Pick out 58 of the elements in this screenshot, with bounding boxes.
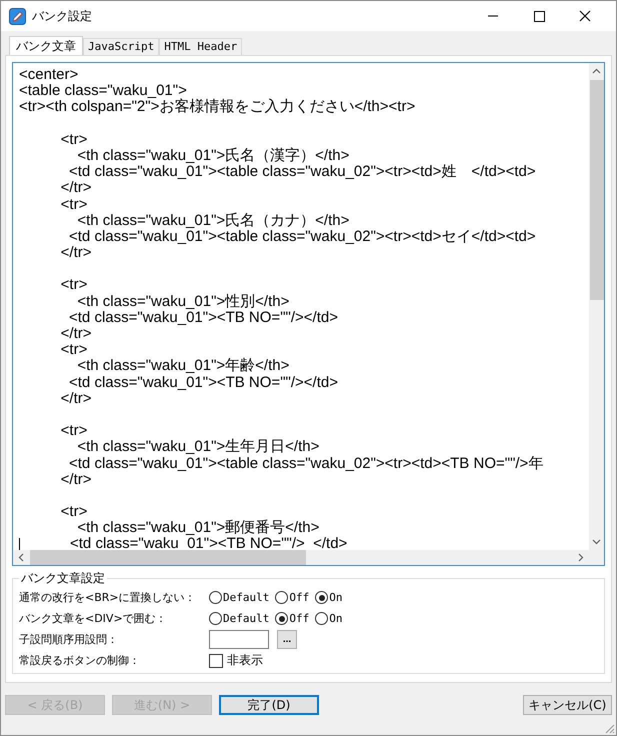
option-label: On [329,591,342,604]
code-line: <td class="waku_01"><table class="waku_02"><tr><td>姓 </td><td> [68,164,536,180]
code-line: <tr> [60,277,88,294]
radio-button[interactable] [275,612,288,625]
option-label: Default [223,591,270,604]
radio-button[interactable] [315,591,328,604]
setting-label: 子設問順序用設問： [19,632,119,647]
tab[interactable]: JavaScript [83,38,160,55]
radio-button[interactable] [209,591,222,604]
group-title: バンク文章設定 [20,570,106,587]
code-line: <tr><th colspan="2">お客様情報をご入力ください</th><tr> [19,99,416,116]
vertical-scrollbar[interactable] [589,63,604,550]
code-line: <td class="waku_01"><table class="waku_02"><tr><td><TB NO=""/>年 [68,456,544,472]
code-line: <tr> [60,342,88,358]
browse-button[interactable]: ... [277,630,297,649]
code-line: <tr> [60,196,88,213]
code-line: <table class="waku_01"> [19,83,187,100]
code-line: <td class="waku_01"><TB NO=""/> </td> [69,536,348,550]
pencil-icon [9,8,26,24]
code-line: <tr> [60,132,88,148]
radio-button[interactable] [209,612,222,625]
code-editor[interactable] [12,62,605,566]
option-label: Off [289,591,310,604]
tab[interactable]: バンク文章 [9,36,83,55]
code-line: <th class="waku_01">氏名（漢字）</th> [76,148,350,164]
tab[interactable]: HTML Header [159,38,242,55]
radio-button[interactable] [315,612,328,625]
code-line: </tr> [60,390,92,407]
checkbox[interactable] [209,654,223,668]
code-line: </tr> [60,180,92,197]
code-line: <center> [19,67,78,84]
code-line: <th class="waku_01">年齢</th> [76,358,290,375]
code-line: </tr> [60,326,92,342]
setting-label: 通常の改行を<BR>に置換しない： [19,590,197,605]
option-label: Default [223,612,270,625]
option-label: Off [289,612,310,625]
dialog-button[interactable]: キャンセル(C) [523,695,612,715]
code-line: <th class="waku_01">生年月日</th> [76,439,320,456]
code-line: <tr> [60,504,88,520]
dialog-button[interactable]: 完了(D) [219,695,319,715]
option-label: On [329,612,342,625]
code-line: <tr> [60,423,88,440]
checkbox-label: 非表示 [227,652,263,669]
setting-label: 常設戻るボタンの制御： [19,653,141,668]
resize-grip-icon[interactable] [603,722,615,734]
code-line: <td class="waku_01"><table class="waku_02"><tr><td>セイ</td><td> [68,228,536,246]
code-line: </tr> [60,472,92,488]
code-line: <td class="waku_01"><TB NO=""/></td> [68,374,338,391]
input-field[interactable] [209,630,269,649]
horizontal-scrollbar[interactable] [13,550,604,565]
radio-button[interactable] [275,591,288,604]
code-line: <th class="waku_01">郵便番号</th> [76,520,320,536]
code-line: </tr> [60,245,92,262]
window-title: バンク設定 [32,8,92,24]
code-line: <th class="waku_01">性別</th> [76,294,290,310]
setting-label: バンク文章を<DIV>で囲む： [19,611,168,626]
code-line: <td class="waku_01"><TB NO=""/></td> [68,310,338,326]
code-line: <th class="waku_01">氏名（カナ）</th> [76,212,350,229]
